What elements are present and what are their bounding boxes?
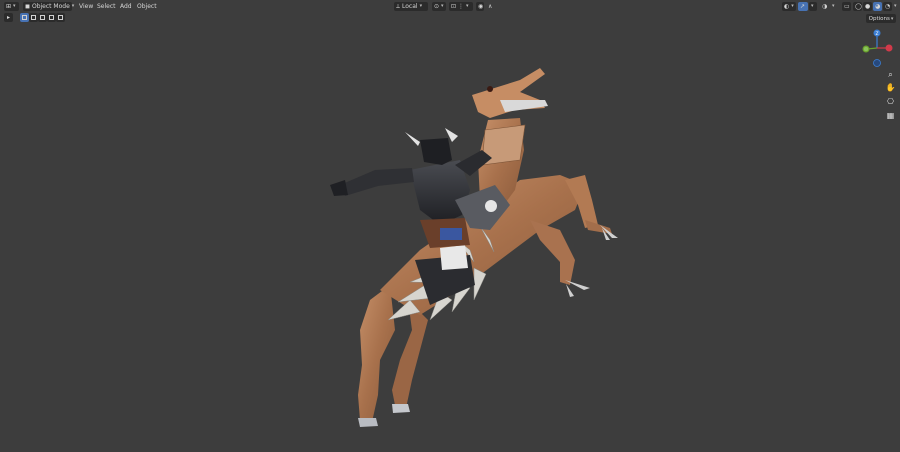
neg-z-axis-ball[interactable]: [873, 59, 881, 67]
z-axis-label: Z: [875, 31, 878, 37]
gizmo-toggle[interactable]: ↗: [798, 2, 808, 11]
chevron-down-icon: ▾: [894, 3, 897, 9]
options-label: Options: [868, 15, 890, 22]
zoom-button[interactable]: ⌕: [885, 69, 896, 80]
xray-toggle[interactable]: ▭: [842, 2, 851, 11]
falloff-icon: ∧: [488, 3, 493, 10]
select-mode-extend[interactable]: [29, 13, 38, 22]
overlay-toggle[interactable]: ◑: [820, 2, 829, 11]
select-extend-icon: [31, 15, 36, 20]
chevron-down-icon: ▾: [13, 3, 16, 9]
claw-1: [600, 225, 618, 240]
navigation-gizmo[interactable]: Z: [860, 28, 896, 68]
pan-button[interactable]: ✋: [885, 82, 896, 93]
chevron-down-icon: ▾: [791, 3, 794, 9]
select-mode-subtract[interactable]: [38, 13, 47, 22]
orientation-icon: ⟂: [396, 3, 401, 10]
cursor-icon: ▸: [6, 14, 10, 21]
grid-icon: ▦: [886, 111, 895, 120]
chevron-down-icon: ▾: [466, 3, 469, 9]
shading-solid-icon: ●: [865, 3, 871, 10]
select-mode-new[interactable]: [20, 13, 29, 22]
armor-plate-white: [440, 245, 468, 270]
rider-arm-left: [340, 168, 414, 196]
proportional-falloff-button[interactable]: ∧: [486, 2, 494, 11]
overlay-dropdown[interactable]: ▾: [830, 2, 838, 11]
shading-material-icon: ◕: [875, 3, 881, 10]
editor-type-button[interactable]: ⊞ ▾: [4, 2, 19, 11]
rider-emblem: [485, 200, 497, 212]
menu-select[interactable]: Select: [97, 2, 116, 11]
shading-rendered-button[interactable]: ◔: [883, 2, 892, 11]
select-mode-invert[interactable]: [47, 13, 56, 22]
perspective-toggle-button[interactable]: ▦: [885, 110, 896, 121]
transform-orientation-dropdown[interactable]: ⟂ Local ▾: [394, 2, 428, 11]
tool-select-button[interactable]: ▸: [4, 13, 13, 22]
front-leg-2: [530, 220, 575, 285]
hand-icon: ✋: [885, 83, 896, 92]
horse-eye: [487, 86, 493, 92]
rider-head: [420, 138, 452, 165]
select-mode-intersect[interactable]: [56, 13, 65, 22]
options-button[interactable]: Options ▾: [866, 14, 896, 23]
chevron-down-icon: ▾: [890, 15, 894, 22]
select-new-icon: [22, 15, 27, 20]
chevron-down-icon: ▾: [419, 3, 423, 9]
orientation-label: Local: [402, 3, 418, 10]
rider-torso: [410, 160, 470, 225]
pivot-icon: ⊙: [434, 3, 440, 10]
snap-icon: ⊡: [451, 3, 457, 10]
viewport-header: ⊞ ▾ ◼ Object Mode ▾ View Select Add Objec…: [0, 0, 900, 13]
shading-material-button[interactable]: ◕: [873, 2, 882, 11]
shading-dropdown[interactable]: ▾: [892, 2, 900, 11]
select-invert-icon: [49, 15, 54, 20]
editor-type-icon: ⊞: [6, 3, 12, 10]
visibility-button[interactable]: ◐ ▾: [782, 2, 796, 11]
gizmo-icon: ↗: [800, 3, 806, 10]
proportional-edit-icon: ◉: [478, 3, 484, 10]
camera-view-button[interactable]: ⎔: [885, 96, 896, 107]
x-axis-ball[interactable]: [885, 44, 893, 52]
overlay-icon: ◑: [822, 3, 828, 10]
visibility-icon: ◐: [784, 3, 790, 10]
chevron-down-icon: ▾: [441, 3, 444, 9]
select-intersect-icon: [58, 15, 63, 20]
rider-hand: [330, 180, 348, 196]
xray-icon: ▭: [844, 3, 850, 10]
snap-button[interactable]: ⊡ ⋮ ▾: [449, 2, 473, 11]
mode-label: Object Mode: [31, 3, 70, 10]
snap-target-icon: ⋮: [458, 3, 465, 10]
menu-view[interactable]: View: [79, 2, 93, 11]
hind-leg-left: [358, 285, 395, 422]
hoof-left: [358, 418, 378, 427]
chevron-down-icon: ▾: [71, 3, 75, 9]
select-subtract-icon: [40, 15, 45, 20]
character-model[interactable]: [330, 68, 618, 427]
shading-solid-button[interactable]: ●: [863, 2, 872, 11]
viewport-3d[interactable]: [0, 0, 900, 452]
camera-icon: ⎔: [887, 97, 894, 106]
menu-object[interactable]: Object: [137, 2, 157, 11]
rider-belt: [440, 228, 462, 240]
y-axis-ball-inner: [863, 46, 869, 52]
gizmo-dropdown[interactable]: ▾: [809, 2, 817, 11]
shading-wireframe-button[interactable]: ◯: [853, 2, 862, 11]
shading-wireframe-icon: ◯: [855, 3, 862, 10]
hoof-right: [392, 404, 410, 413]
pivot-point-button[interactable]: ⊙ ▾: [432, 2, 446, 11]
proportional-edit-button[interactable]: ◉: [476, 2, 484, 11]
shading-rendered-icon: ◔: [885, 3, 891, 10]
horse-jaw: [500, 100, 548, 112]
chevron-down-icon: ▾: [832, 3, 835, 9]
zoom-icon: ⌕: [888, 69, 893, 79]
object-mode-icon: ◼: [25, 3, 30, 10]
mode-dropdown[interactable]: ◼ Object Mode ▾: [23, 2, 75, 11]
chevron-down-icon: ▾: [811, 3, 814, 9]
menu-add[interactable]: Add: [120, 2, 132, 11]
